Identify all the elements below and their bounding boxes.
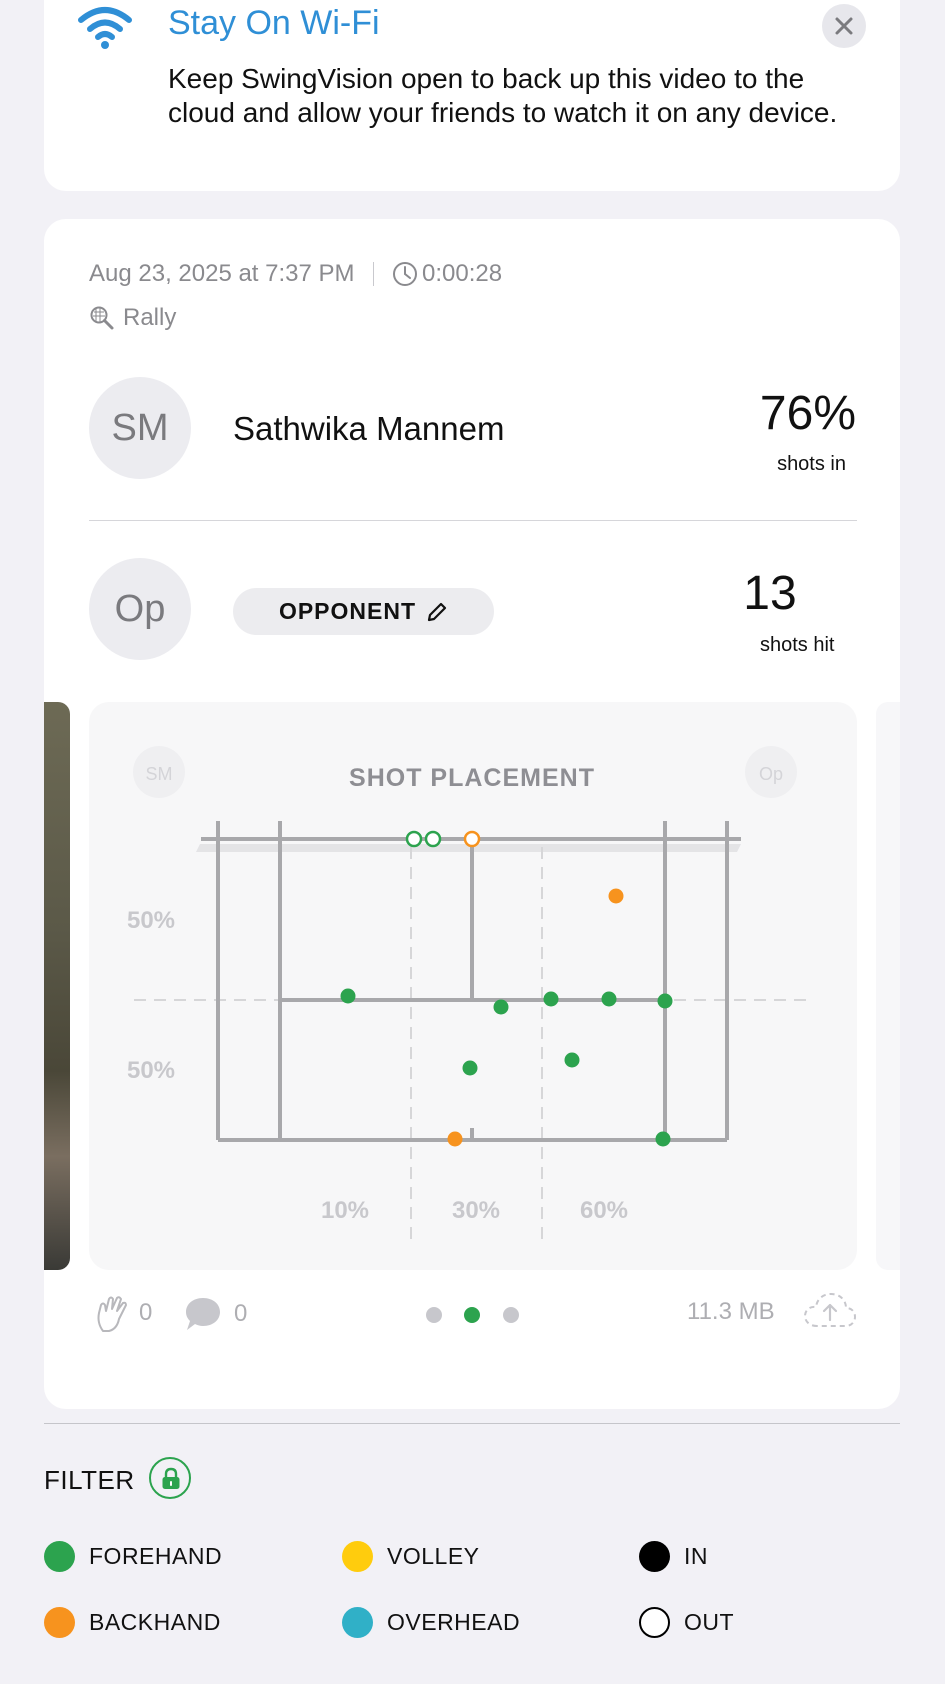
backhand-swatch bbox=[44, 1607, 75, 1638]
page-indicator-dot[interactable] bbox=[426, 1307, 442, 1323]
clap-icon bbox=[97, 1296, 127, 1332]
shot-placement-title: SHOT PLACEMENT bbox=[349, 764, 595, 792]
edit-opponent-button[interactable]: OPPONENT bbox=[233, 588, 494, 635]
in-swatch bbox=[639, 1541, 670, 1572]
shot-marker-forehand bbox=[657, 993, 673, 1009]
filter-label: VOLLEY bbox=[387, 1543, 480, 1569]
filter-overhead[interactable]: OVERHEAD bbox=[342, 1607, 520, 1638]
filter-label: IN bbox=[684, 1543, 708, 1569]
out-swatch bbox=[639, 1607, 670, 1638]
depth-label: 50% bbox=[127, 1057, 175, 1084]
file-size: 11.3 MB bbox=[687, 1298, 775, 1325]
shot-marker-backhand bbox=[447, 1131, 463, 1147]
overhead-swatch bbox=[342, 1607, 373, 1638]
player-badge: SM bbox=[146, 764, 173, 784]
shot-marker-out bbox=[405, 830, 423, 848]
session-date: Aug 23, 2025 at 7:37 PM bbox=[89, 260, 355, 287]
close-icon bbox=[835, 17, 853, 35]
next-carousel-card[interactable] bbox=[876, 702, 900, 1270]
shot-marker-forehand bbox=[543, 991, 559, 1007]
shot-placement-card[interactable]: SM Op SHOT PLACEMENT 50% 50% 10% 30% 60% bbox=[89, 702, 857, 1270]
width-label: 10% bbox=[321, 1197, 369, 1224]
width-label: 30% bbox=[452, 1197, 500, 1224]
session-footer: 0 0 11.3 MB bbox=[89, 1290, 857, 1340]
comment-count: 0 bbox=[234, 1300, 248, 1327]
clock-icon bbox=[393, 262, 418, 286]
close-banner-button[interactable] bbox=[822, 4, 866, 48]
clap-count: 0 bbox=[139, 1299, 153, 1326]
shot-markers bbox=[340, 830, 673, 1147]
lock-icon bbox=[162, 1467, 180, 1489]
session-duration: 0:00:28 bbox=[422, 260, 503, 287]
tennis-racket-icon bbox=[90, 306, 114, 330]
width-label: 60% bbox=[580, 1197, 628, 1224]
shot-marker-forehand bbox=[601, 991, 617, 1007]
page-indicator-dot-active[interactable] bbox=[464, 1307, 480, 1323]
shots-in-value: 76% bbox=[759, 387, 856, 440]
filter-lock-button[interactable] bbox=[149, 1457, 191, 1499]
filter-forehand[interactable]: FOREHAND bbox=[44, 1541, 222, 1572]
player-divider bbox=[89, 520, 857, 521]
opponent-avatar[interactable]: Op bbox=[89, 558, 191, 660]
video-thumbnail[interactable] bbox=[44, 702, 70, 1270]
shot-marker-forehand bbox=[462, 1060, 478, 1076]
meta-divider bbox=[372, 262, 375, 286]
filter-volley[interactable]: VOLLEY bbox=[342, 1541, 480, 1572]
comment-icon bbox=[186, 1298, 220, 1330]
wifi-banner-message: Keep SwingVision open to back up this vi… bbox=[168, 63, 838, 128]
wifi-icon bbox=[77, 6, 133, 50]
filter-in[interactable]: IN bbox=[639, 1541, 708, 1572]
session-type: Rally bbox=[89, 304, 176, 332]
player-name: Sathwika Mannem bbox=[233, 410, 505, 447]
shots-hit-label: shots hit bbox=[760, 634, 835, 656]
session-type-label: Rally bbox=[123, 304, 177, 331]
shot-marker-forehand bbox=[564, 1052, 580, 1068]
page-indicator-dot[interactable] bbox=[503, 1307, 519, 1323]
volley-swatch bbox=[342, 1541, 373, 1572]
depth-label: 50% bbox=[127, 907, 175, 934]
comments-button[interactable]: 0 bbox=[184, 1296, 247, 1332]
shot-marker-forehand bbox=[655, 1131, 671, 1147]
shot-marker-out bbox=[463, 830, 481, 848]
opponent-button-label: OPPONENT bbox=[278, 598, 417, 624]
clap-button[interactable]: 0 bbox=[95, 1293, 152, 1333]
filter-label: BACKHAND bbox=[89, 1609, 221, 1635]
filter-label: OVERHEAD bbox=[387, 1609, 521, 1635]
shot-marker-out bbox=[424, 830, 442, 848]
filter-backhand[interactable]: BACKHAND bbox=[44, 1607, 221, 1638]
filter-label: FOREHAND bbox=[89, 1543, 223, 1569]
section-divider bbox=[44, 1423, 900, 1424]
pencil-icon bbox=[427, 602, 447, 621]
shot-placement-court: SM Op SHOT PLACEMENT 50% 50% 10% 30% 60% bbox=[127, 746, 814, 1247]
filter-out[interactable]: OUT bbox=[639, 1607, 734, 1638]
cloud-upload-button[interactable] bbox=[803, 1290, 857, 1330]
shot-marker-forehand bbox=[493, 999, 509, 1015]
cloud-upload-icon bbox=[803, 1292, 857, 1327]
shots-in-label: shots in bbox=[777, 453, 846, 475]
shot-marker-forehand bbox=[340, 988, 356, 1004]
filter-label: OUT bbox=[684, 1609, 735, 1635]
shot-marker-backhand bbox=[608, 888, 624, 904]
forehand-swatch bbox=[44, 1541, 75, 1572]
shots-hit-value: 13 bbox=[743, 567, 797, 620]
filter-title: FILTER bbox=[44, 1465, 135, 1495]
opponent-badge: Op bbox=[759, 764, 783, 784]
player-avatar[interactable]: SM bbox=[89, 377, 191, 479]
wifi-banner-title: Stay On Wi-Fi bbox=[168, 4, 380, 42]
session-meta: Aug 23, 2025 at 7:37 PM 0:00:28 bbox=[89, 260, 502, 288]
